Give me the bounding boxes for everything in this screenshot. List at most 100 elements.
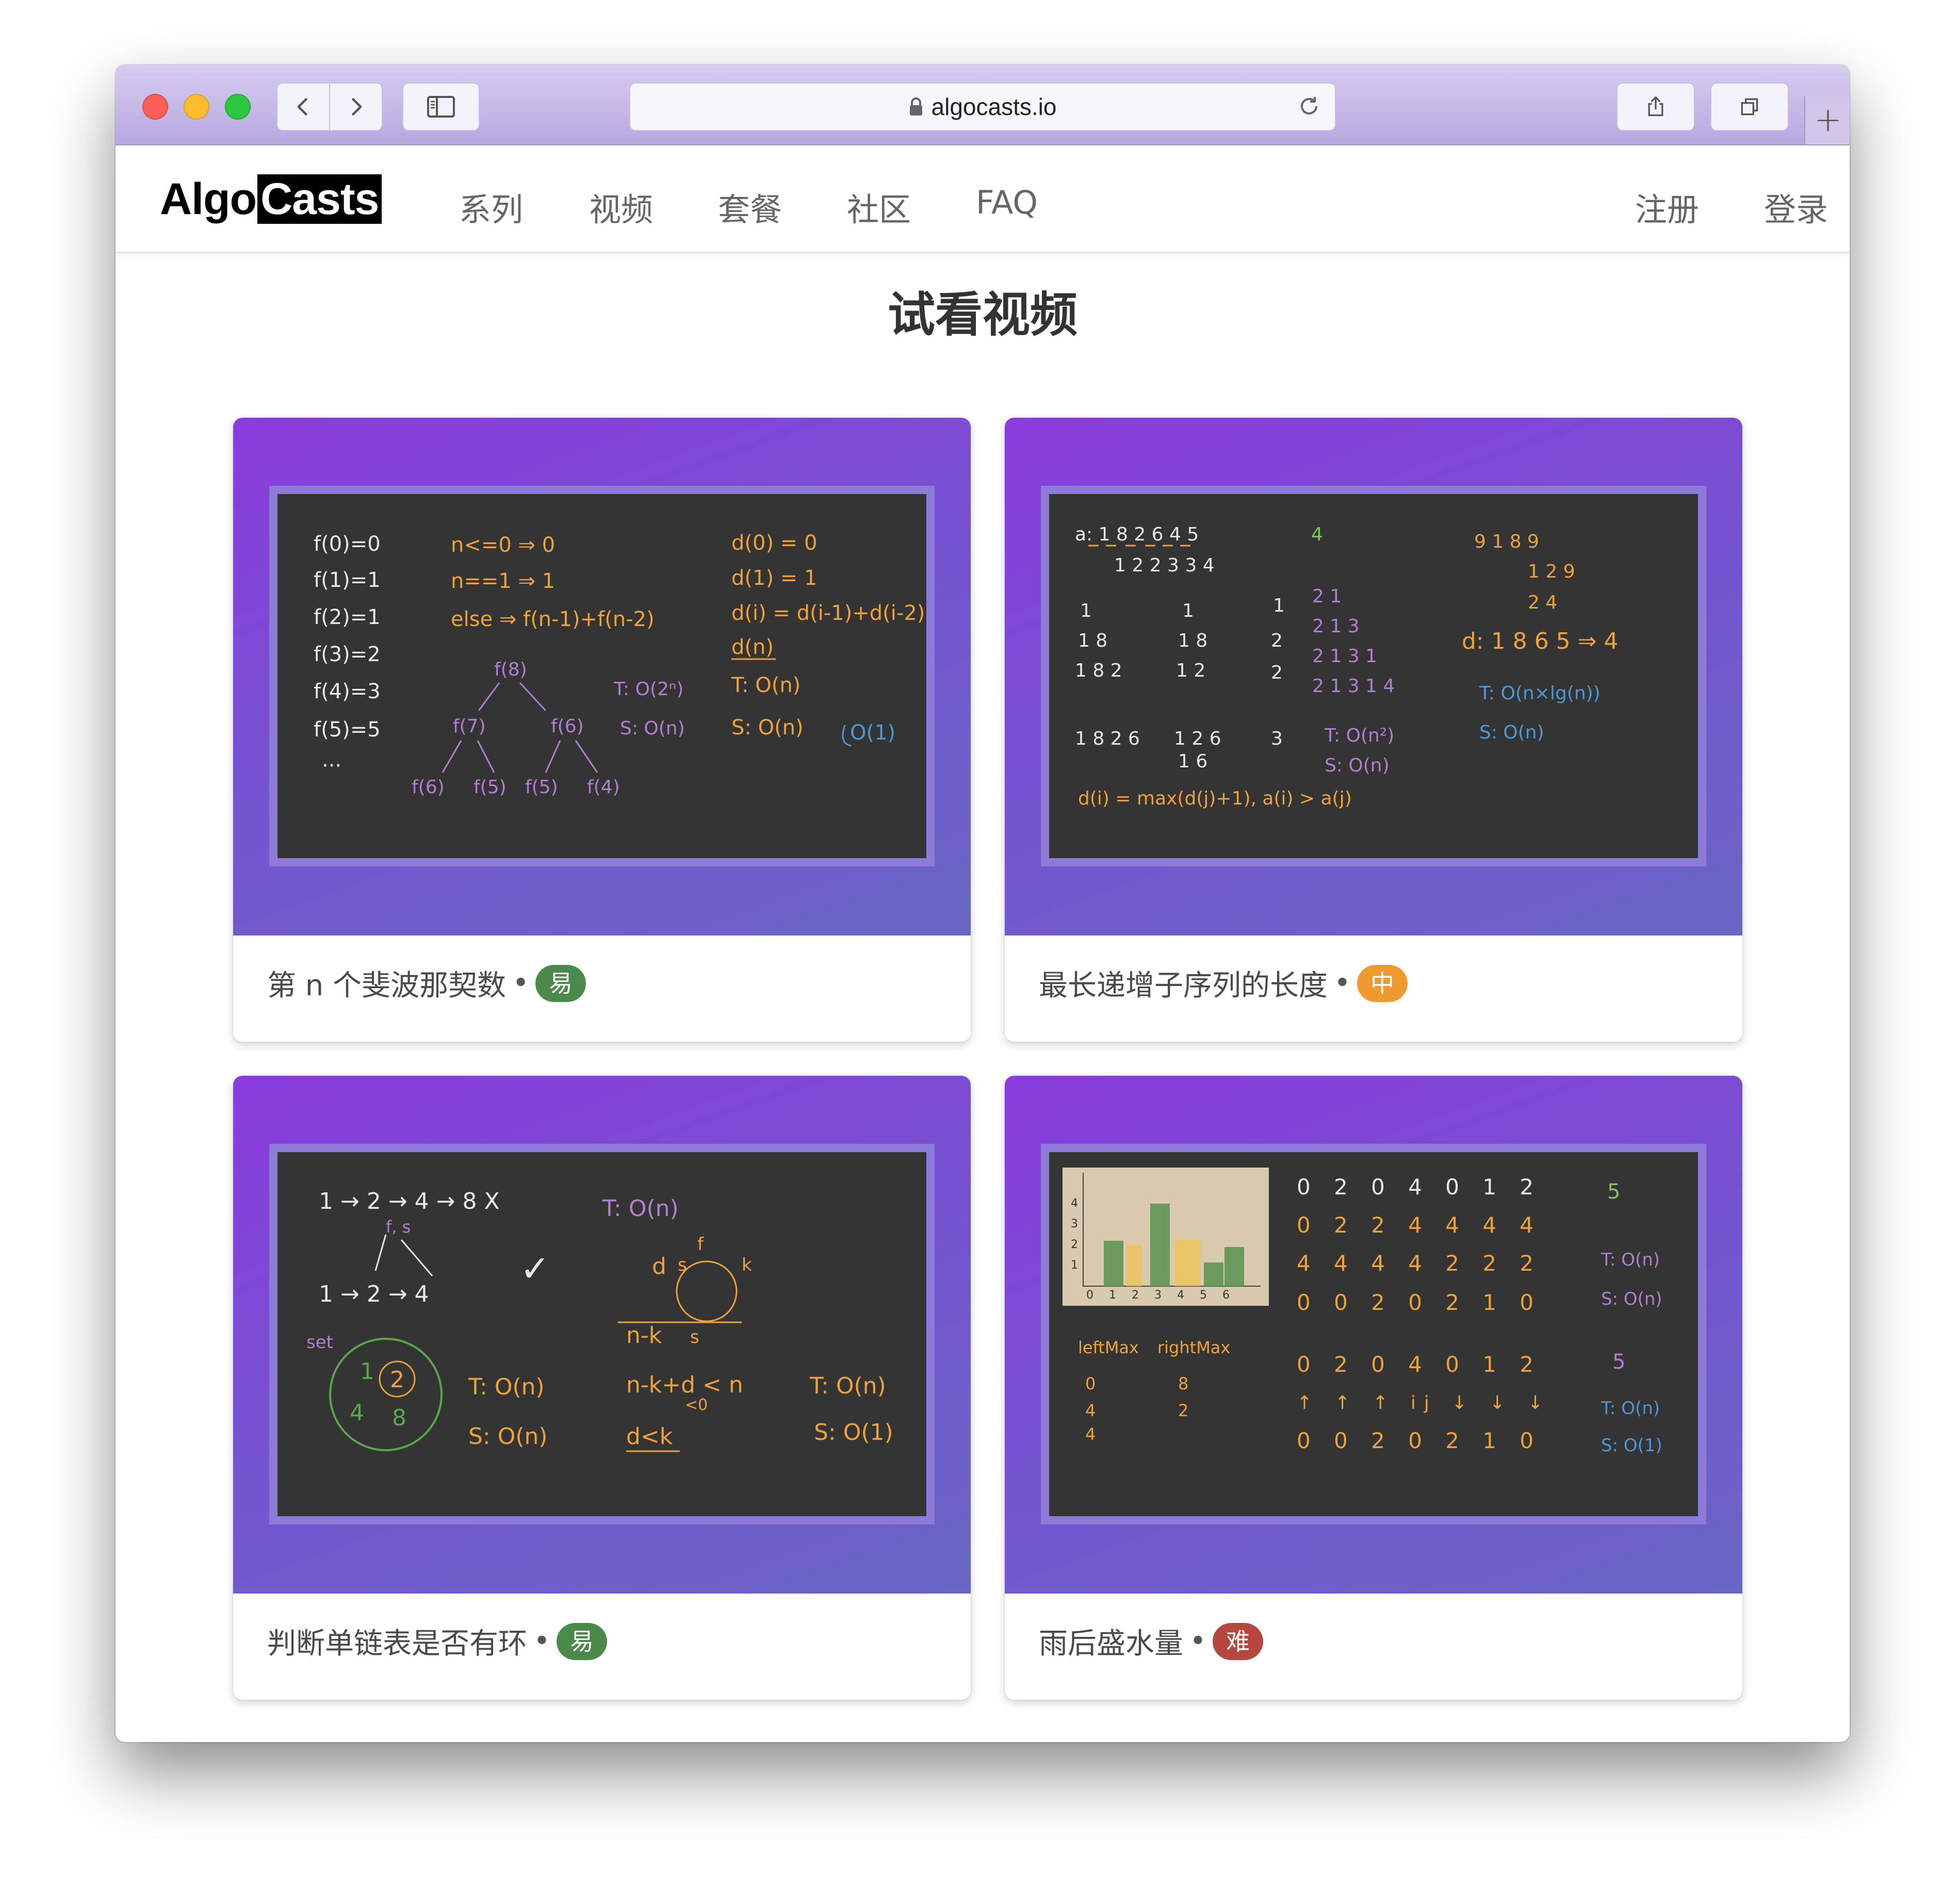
board-text: f(5) xyxy=(473,777,507,798)
board-text: 0 xyxy=(1085,1374,1096,1393)
board-text: n<=0 ⇒ 0 xyxy=(451,533,555,557)
board-text: S: O(1) xyxy=(814,1419,893,1446)
board-text: f(4)=3 xyxy=(314,680,381,703)
board-text: n==1 ⇒ 1 xyxy=(451,569,555,593)
board-text: d(n) xyxy=(731,635,774,659)
back-button[interactable] xyxy=(276,83,330,131)
register-link[interactable]: 注册 xyxy=(1635,184,1699,230)
card-title[interactable]: 第 n 个斐波那契数 xyxy=(267,962,506,1004)
blackboard-drawing: f(0)=0 f(1)=1 f(2)=1 f(3)=2 f(4)=3 f(5)=… xyxy=(314,531,925,798)
nav-item-faq[interactable]: FAQ xyxy=(976,184,1038,221)
caption-separator: • xyxy=(533,1624,551,1658)
blackboard-frame: f(0)=0 f(1)=1 f(2)=1 f(3)=2 f(4)=3 f(5)=… xyxy=(269,486,935,866)
board-text: T: O(n) xyxy=(809,1373,886,1399)
board-text: d(0) = 0 xyxy=(731,531,817,555)
site-logo[interactable]: Algo Casts xyxy=(160,174,382,224)
board-text: T: O(n) xyxy=(731,674,801,697)
board-text: 1 8 xyxy=(1178,630,1207,651)
video-thumbnail[interactable]: a: 1 8 2 6 4 5 1 2 2 3 3 4 1 1 8 1 8 2 1… xyxy=(1005,418,1742,935)
board-text: 8 xyxy=(392,1405,406,1431)
close-window-button[interactable] xyxy=(142,94,168,120)
nav-item-series[interactable]: 系列 xyxy=(459,184,523,230)
card-title[interactable]: 雨后盛水量 xyxy=(1039,1620,1183,1662)
board-text: f(6) xyxy=(412,777,445,798)
board-text: 2 xyxy=(390,1367,404,1393)
sidebar-toggle-button[interactable] xyxy=(402,83,480,131)
caption-separator: • xyxy=(512,966,530,1000)
board-text: 0 0 2 0 2 1 0 xyxy=(1297,1428,1542,1453)
board-text: 2 1 xyxy=(1312,586,1342,607)
new-tab-icon: + xyxy=(1814,101,1842,139)
video-thumbnail[interactable]: f(0)=0 f(1)=1 f(2)=1 f(3)=2 f(4)=3 f(5)=… xyxy=(233,418,971,935)
video-card-trapping-rain-water[interactable]: 0 1 2 3 4 5 6 1 2 3 4 0 2 0 4 0 1 2 0 2 … xyxy=(1005,1076,1742,1700)
board-text: S: O(n) xyxy=(1325,755,1390,776)
blackboard-drawing: 0 1 2 3 4 5 6 1 2 3 4 0 2 0 4 0 1 2 0 2 … xyxy=(1063,1168,1662,1456)
board-text: 1 → 2 → 4 → 8 X xyxy=(319,1188,500,1214)
board-text: s xyxy=(678,1255,687,1275)
board-text: f(3)=2 xyxy=(314,643,381,666)
blackboard-drawing: a: 1 8 2 6 4 5 1 2 2 3 3 4 1 1 8 1 8 2 1… xyxy=(1075,524,1619,809)
caption-separator: • xyxy=(1334,966,1351,1000)
url-text: algocasts.io xyxy=(931,93,1057,120)
nav-item-videos[interactable]: 视频 xyxy=(589,184,653,230)
reload-icon[interactable] xyxy=(1297,94,1321,119)
blackboard: f(0)=0 f(1)=1 f(2)=1 f(3)=2 f(4)=3 f(5)=… xyxy=(277,494,926,858)
board-text: T: O(n) xyxy=(468,1374,545,1400)
axis-tick: 2 xyxy=(1071,1238,1078,1251)
board-text: 1 xyxy=(1080,600,1092,621)
board-text: f(2)=1 xyxy=(314,605,381,629)
video-thumbnail[interactable]: 1 → 2 → 4 → 8 X 1 → 2 → 4 ✓ T: O(n) f, s xyxy=(233,1076,971,1594)
card-title[interactable]: 最长递增子序列的长度 xyxy=(1039,962,1328,1004)
axis-tick: 4 xyxy=(1071,1197,1078,1210)
board-text: S: O(n) xyxy=(731,716,804,740)
board-text: ··· xyxy=(322,754,341,778)
forward-button[interactable] xyxy=(329,83,383,131)
board-text: f(5) xyxy=(525,777,558,798)
board-text: S: O(n) xyxy=(468,1423,548,1450)
board-text: set xyxy=(306,1332,333,1353)
board-text: S: O(n) xyxy=(620,718,685,739)
share-button[interactable] xyxy=(1616,83,1695,131)
show-tabs-button[interactable] xyxy=(1710,83,1789,131)
new-tab-button[interactable]: + xyxy=(1804,96,1850,144)
board-text: a: 1 8 2 6 4 5 xyxy=(1075,524,1199,545)
video-card-linked-list-cycle[interactable]: 1 → 2 → 4 → 8 X 1 → 2 → 4 ✓ T: O(n) f, s xyxy=(233,1076,971,1700)
page-title: 试看视频 xyxy=(887,287,1077,342)
video-card-fibonacci[interactable]: f(0)=0 f(1)=1 f(2)=1 f(3)=2 f(4)=3 f(5)=… xyxy=(233,418,971,1042)
blackboard-frame: a: 1 8 2 6 4 5 1 2 2 3 3 4 1 1 8 1 8 2 1… xyxy=(1041,486,1706,866)
board-text: 0 2 0 4 0 1 2 xyxy=(1297,1174,1542,1200)
nav-item-plans[interactable]: 套餐 xyxy=(718,184,782,230)
zoom-window-button[interactable] xyxy=(225,94,251,120)
board-text: 4 4 4 4 2 2 2 xyxy=(1297,1251,1542,1276)
board-text: 4 xyxy=(350,1400,364,1426)
board-text: <0 xyxy=(685,1396,708,1414)
forward-icon xyxy=(352,98,362,116)
board-text: s xyxy=(690,1327,699,1348)
login-link[interactable]: 登录 xyxy=(1764,184,1828,230)
board-text: d xyxy=(652,1253,666,1279)
board-text: 1 xyxy=(1273,595,1285,616)
card-caption: 第 n 个斐波那契数 • 易 xyxy=(267,962,586,1004)
board-text: ✓ xyxy=(520,1248,550,1290)
board-text: 2 xyxy=(1271,630,1283,651)
board-text: d(i) = max(d(j)+1), a(i) > a(j) xyxy=(1078,788,1352,809)
address-bar[interactable]: algocasts.io xyxy=(629,83,1336,131)
board-text: f(4) xyxy=(587,777,620,798)
board-text: 5 xyxy=(1607,1180,1620,1204)
board-text: 1 2 6 xyxy=(1174,728,1221,749)
nav-item-community[interactable]: 社区 xyxy=(847,184,911,230)
board-text: T: O(n) xyxy=(602,1195,679,1222)
axis-tick: 3 xyxy=(1071,1218,1078,1230)
difficulty-badge: 易 xyxy=(557,1622,608,1660)
video-card-lis[interactable]: a: 1 8 2 6 4 5 1 2 2 3 3 4 1 1 8 1 8 2 1… xyxy=(1005,418,1742,1042)
board-text: 4 xyxy=(1085,1424,1096,1444)
board-text: S: O(1) xyxy=(1601,1435,1662,1456)
minimize-window-button[interactable] xyxy=(184,94,209,120)
axis-tick: 1 xyxy=(1071,1259,1078,1272)
board-text: T: O(n×lg(n)) xyxy=(1479,683,1600,704)
card-title[interactable]: 判断单链表是否有环 xyxy=(267,1620,527,1662)
video-thumbnail[interactable]: 0 1 2 3 4 5 6 1 2 3 4 0 2 0 4 0 1 2 0 2 … xyxy=(1005,1076,1742,1594)
logo-text-casts: Casts xyxy=(257,174,382,224)
share-icon xyxy=(1648,96,1663,117)
card-caption: 雨后盛水量 • 难 xyxy=(1039,1620,1264,1662)
